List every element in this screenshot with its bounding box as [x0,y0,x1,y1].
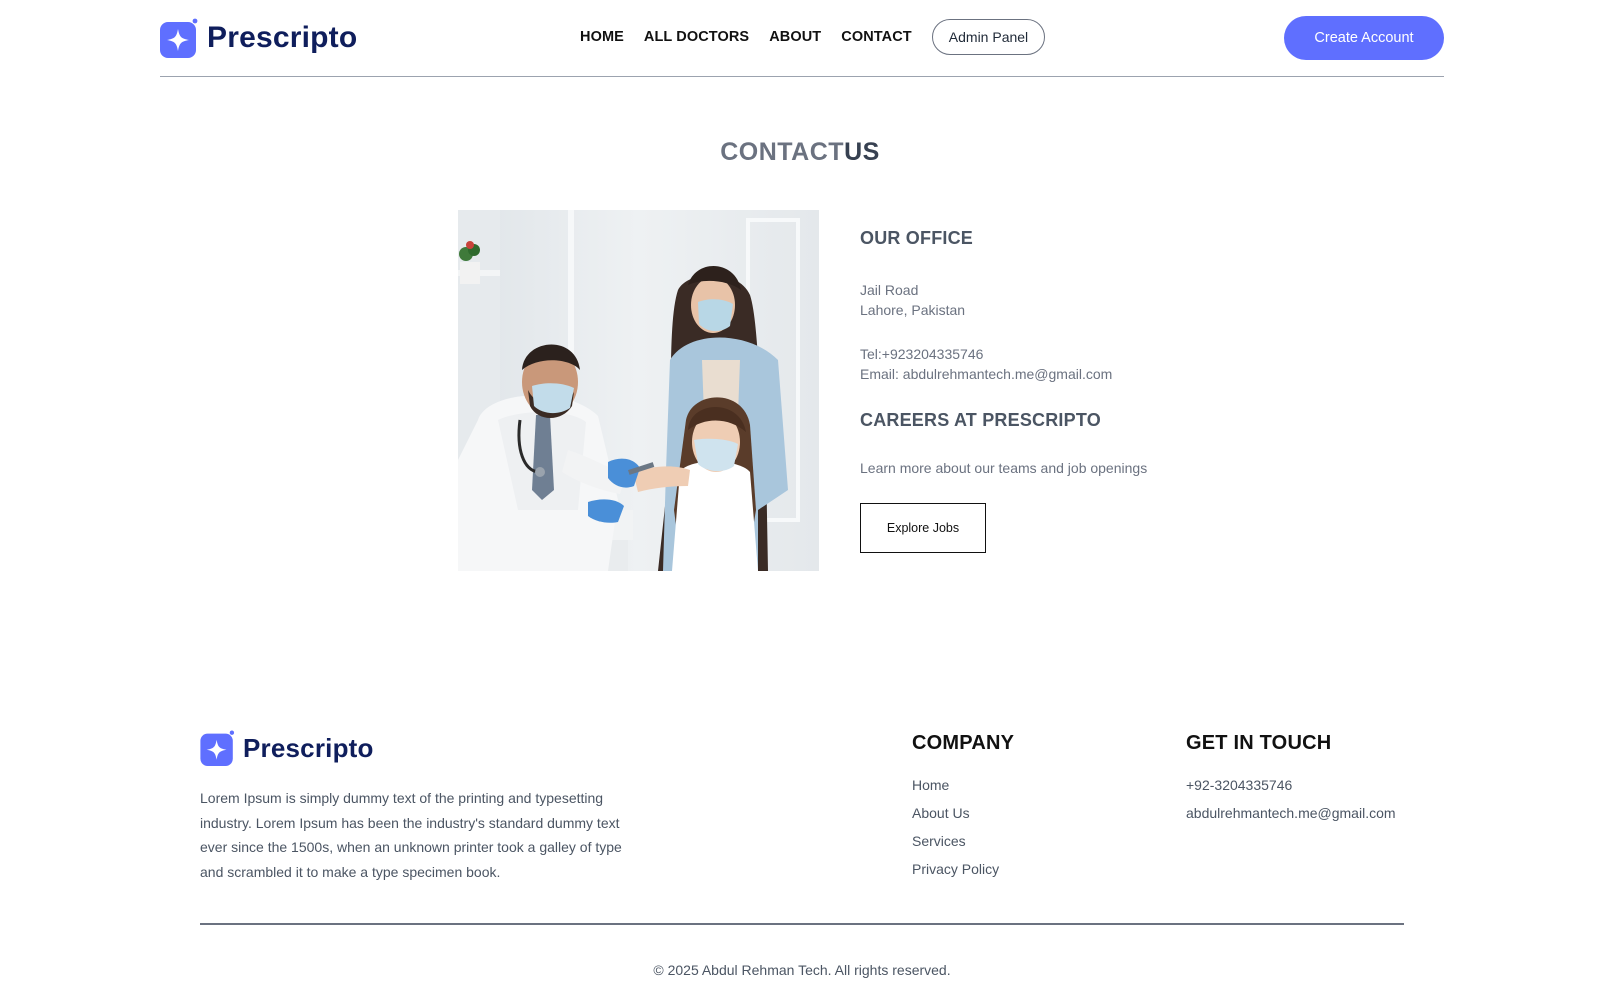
nav-home[interactable]: HOME [580,29,624,45]
main-nav: HOME ALL DOCTORS ABOUT CONTACT Admin Pan… [580,19,1046,55]
contact-illustration [458,210,819,571]
footer-link-about[interactable]: About Us [912,803,1014,831]
footer-logo[interactable]: Prescripto [200,730,374,766]
footer-description: Lorem Ipsum is simply dummy text of the … [200,790,622,880]
careers-heading: CAREERS AT PRESCRIPTO [860,410,1101,430]
footer-get-in-touch: GET IN TOUCH +92-3204335746 abdulrehmant… [1186,732,1396,831]
explore-jobs-button[interactable]: Explore Jobs [860,503,986,553]
footer-divider [200,923,1404,925]
footer-company: COMPANY Home About Us Services Privacy P… [912,732,1014,887]
page-title-light: CONTACT [720,138,845,166]
office-address: Jail Road Lahore, Pakistan [860,280,965,320]
footer-link-home[interactable]: Home [912,775,1014,803]
footer-email: abdulrehmantech.me@gmail.com [1186,805,1396,821]
logo[interactable]: Prescripto [160,18,357,58]
nav-all-doctors[interactable]: ALL DOCTORS [644,29,749,45]
footer: Prescripto Lorem Ipsum is simply dummy t… [200,728,1404,998]
page-title: CONTACTUS [0,138,1600,167]
copyright: © 2025 Abdul Rehman Tech. All rights res… [653,962,951,978]
office-tel: Tel:+923204335746 [860,346,984,362]
office-heading: OUR OFFICE [860,228,973,248]
company-heading: COMPANY [912,732,1015,754]
careers-text: Learn more about our teams and job openi… [860,460,1148,476]
get-in-touch-heading: GET IN TOUCH [1186,732,1332,754]
logo-icon [160,18,198,58]
admin-panel-button[interactable]: Admin Panel [931,19,1046,55]
address-line-1: Jail Road [860,282,919,298]
footer-link-privacy[interactable]: Privacy Policy [912,859,1014,887]
create-account-button[interactable]: Create Account [1284,16,1444,60]
contact-image [458,210,819,571]
footer-phone: +92-3204335746 [1186,777,1293,793]
nav-contact[interactable]: CONTACT [841,29,912,45]
office-contact: Tel:+923204335746 Email: abdulrehmantech… [860,344,1112,384]
footer-logo-text: Prescripto [243,732,374,763]
footer-logo-icon [200,730,235,766]
office-email: Email: abdulrehmantech.me@gmail.com [860,366,1113,382]
logo-text: Prescripto [207,21,358,54]
navbar: Prescripto HOME ALL DOCTORS ABOUT CONTAC… [160,0,1444,77]
nav-about[interactable]: ABOUT [769,29,821,45]
footer-link-services[interactable]: Services [912,831,1014,859]
address-line-2: Lahore, Pakistan [860,302,966,318]
page-title-bold: US [844,138,880,166]
